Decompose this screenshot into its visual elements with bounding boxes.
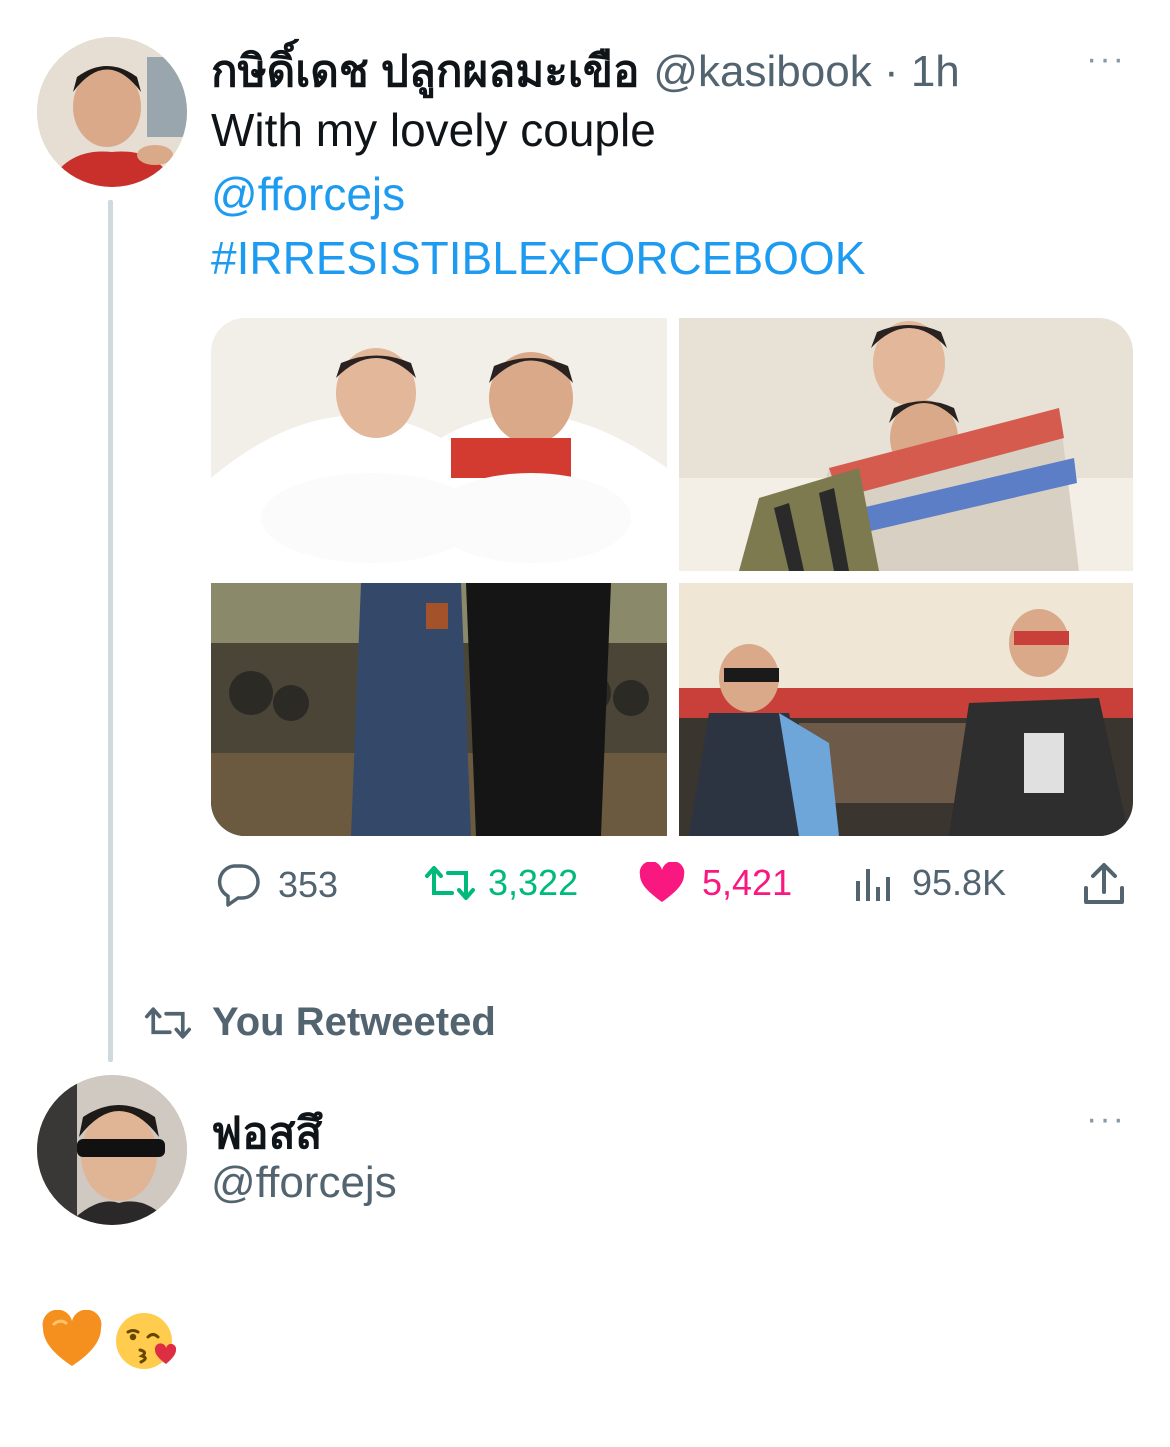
media-photo-3[interactable] xyxy=(211,583,667,836)
photo-icon xyxy=(679,583,1133,836)
tweet2-body xyxy=(40,1310,178,1372)
media-photo-2[interactable] xyxy=(679,318,1133,571)
like-button[interactable]: 5,421 xyxy=(638,862,792,904)
author-display-name[interactable]: กษิดิ์เดช ปลูกผลมะเขือ xyxy=(211,36,639,106)
author-handle-2[interactable]: @fforcejs xyxy=(211,1158,397,1208)
share-icon xyxy=(1084,863,1124,904)
share-button[interactable] xyxy=(1082,862,1126,906)
retweet-icon xyxy=(425,866,475,900)
user-avatar-icon xyxy=(37,1075,187,1225)
media-photo-4[interactable] xyxy=(679,583,1133,836)
hashtag-link[interactable]: #IRRESISTIBLExFORCEBOOK xyxy=(211,226,1131,290)
retweet-button[interactable]: 3,322 xyxy=(424,862,578,904)
retweeted-label: You Retweeted xyxy=(212,1000,496,1044)
author-handle-time[interactable]: @kasibook · 1h xyxy=(653,47,959,97)
more-options-icon-2[interactable]: ··· xyxy=(1086,1100,1126,1139)
media-grid[interactable] xyxy=(211,318,1133,836)
retweet-count: 3,322 xyxy=(488,862,579,903)
orange-heart-icon xyxy=(42,1310,102,1366)
like-count: 5,421 xyxy=(702,862,793,903)
view-count: 95.8K xyxy=(912,862,1007,903)
reply-icon xyxy=(217,864,260,907)
more-options-icon[interactable]: ··· xyxy=(1086,40,1126,79)
reply-count: 353 xyxy=(278,864,339,905)
thread-connector-line xyxy=(108,200,113,1062)
tweet-text: With my lovely couple @fforcejs #IRRESIS… xyxy=(211,98,1131,290)
analytics-icon xyxy=(856,869,890,901)
user-avatar-icon xyxy=(37,37,187,187)
photo-icon xyxy=(211,583,667,836)
photo-icon xyxy=(679,318,1133,571)
tweet-text-line: With my lovely couple xyxy=(211,104,656,156)
media-photo-1[interactable] xyxy=(211,318,667,571)
heart-icon xyxy=(639,862,685,902)
retweet-small-icon xyxy=(144,1006,192,1039)
mention-link[interactable]: @fforcejs xyxy=(211,162,1131,226)
author-avatar-2[interactable] xyxy=(37,1075,187,1225)
kissing-face-icon xyxy=(116,1313,177,1369)
views-button[interactable]: 95.8K xyxy=(854,862,1006,904)
photo-icon xyxy=(211,318,667,571)
retweeted-banner: You Retweeted xyxy=(144,1000,496,1045)
author-avatar[interactable] xyxy=(37,37,187,187)
reply-button[interactable]: 353 xyxy=(214,862,338,908)
